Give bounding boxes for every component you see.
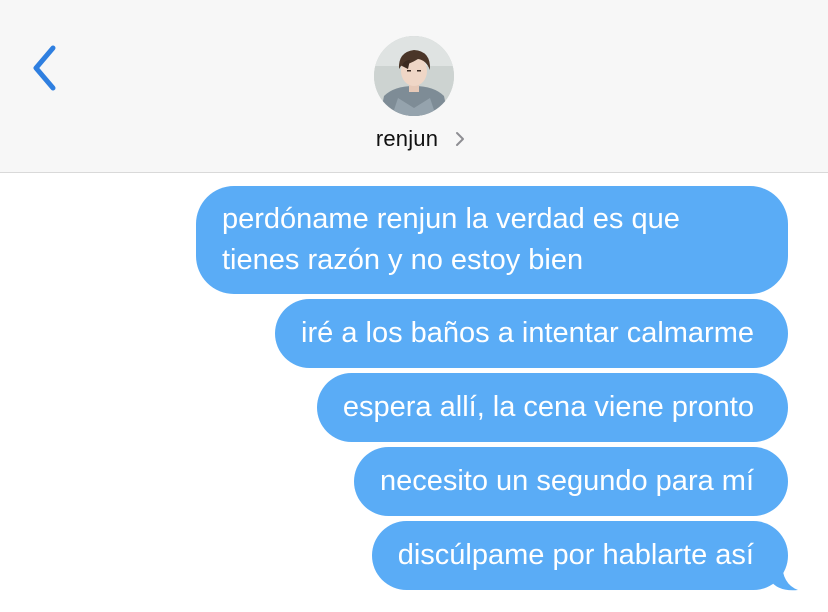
avatar-photo: [374, 36, 454, 116]
message-list: perdóname renjun la verdad es que tienes…: [196, 186, 798, 591]
chevron-left-icon: [33, 45, 56, 91]
message-text: necesito un segundo para mí: [379, 465, 754, 497]
contact-info[interactable]: renjun: [0, 124, 828, 154]
conversation-header: renjun: [0, 0, 828, 173]
bubble-tail-icon: [770, 562, 798, 591]
message-bubble[interactable]: discúlpame por hablarte así: [371, 521, 798, 591]
message-screen: renjun perdóname renjun la verdad es que…: [0, 0, 828, 612]
contact-avatar[interactable]: [374, 36, 454, 116]
message-bubble[interactable]: espera allí, la cena viene pronto: [316, 373, 788, 442]
message-text: espera allí, la cena viene pronto: [342, 391, 754, 423]
message-text: iré a los baños a intentar calmarme: [301, 317, 754, 349]
message-bubble[interactable]: necesito un segundo para mí: [353, 447, 788, 516]
back-button[interactable]: [22, 40, 70, 96]
chevron-right-icon: [456, 132, 465, 146]
contact-name[interactable]: renjun: [376, 126, 438, 152]
message-bubble[interactable]: iré a los baños a intentar calmarme: [275, 299, 788, 368]
message-bubble[interactable]: perdóname renjun la verdad es que tienes…: [196, 186, 788, 294]
message-text: perdóname renjun la verdad es que tienes…: [222, 203, 680, 276]
message-text: discúlpame por hablarte así: [397, 539, 754, 571]
